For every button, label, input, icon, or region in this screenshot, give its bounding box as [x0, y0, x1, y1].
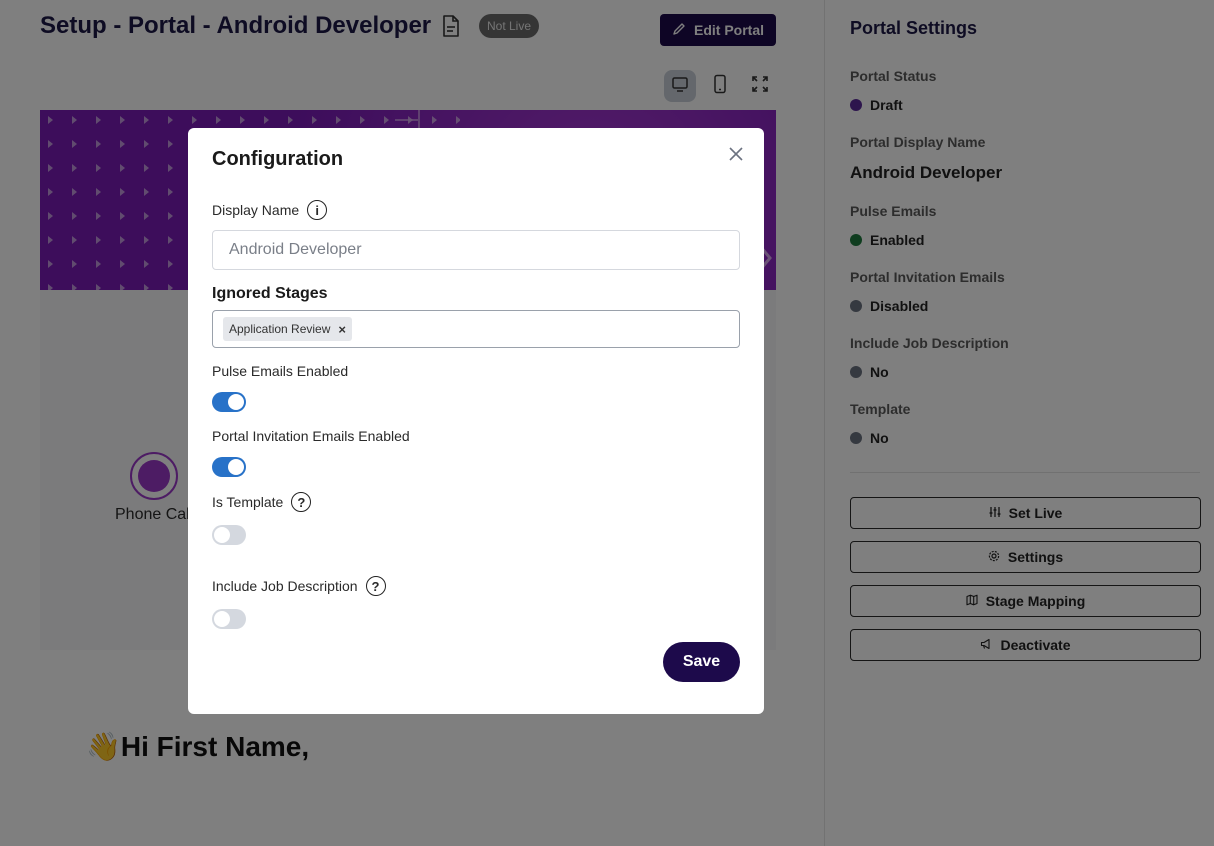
modal-title: Configuration: [212, 148, 344, 170]
stage-tag: Application Review ×: [223, 317, 352, 341]
help-icon[interactable]: ?: [291, 492, 312, 512]
template-toggle[interactable]: [212, 525, 246, 545]
job-description-field-label: Include Job Description ?: [212, 576, 386, 596]
invitation-emails-field-label: Portal Invitation Emails Enabled: [212, 428, 410, 444]
template-label-text: Is Template: [212, 494, 284, 510]
pulse-emails-toggle[interactable]: [212, 392, 246, 412]
display-name-field-label: Display Name i: [212, 200, 328, 220]
remove-tag-icon[interactable]: ×: [338, 322, 346, 337]
close-icon[interactable]: [726, 144, 746, 164]
save-button[interactable]: Save: [663, 642, 740, 682]
stage-tag-label: Application Review: [229, 322, 331, 336]
job-description-label-text: Include Job Description: [212, 578, 358, 594]
job-description-toggle[interactable]: [212, 609, 246, 629]
invitation-emails-toggle[interactable]: [212, 457, 246, 477]
ignored-stages-label: Ignored Stages: [212, 285, 328, 302]
display-name-input[interactable]: [212, 230, 740, 270]
configuration-modal: Configuration Display Name i Ignored Sta…: [188, 128, 764, 714]
template-field-label: Is Template ?: [212, 492, 312, 512]
info-icon[interactable]: i: [307, 200, 328, 220]
pulse-emails-field-label: Pulse Emails Enabled: [212, 363, 349, 379]
display-name-label-text: Display Name: [212, 202, 300, 218]
ignored-stages-select[interactable]: Application Review ×: [212, 310, 740, 348]
help-icon[interactable]: ?: [365, 576, 386, 596]
